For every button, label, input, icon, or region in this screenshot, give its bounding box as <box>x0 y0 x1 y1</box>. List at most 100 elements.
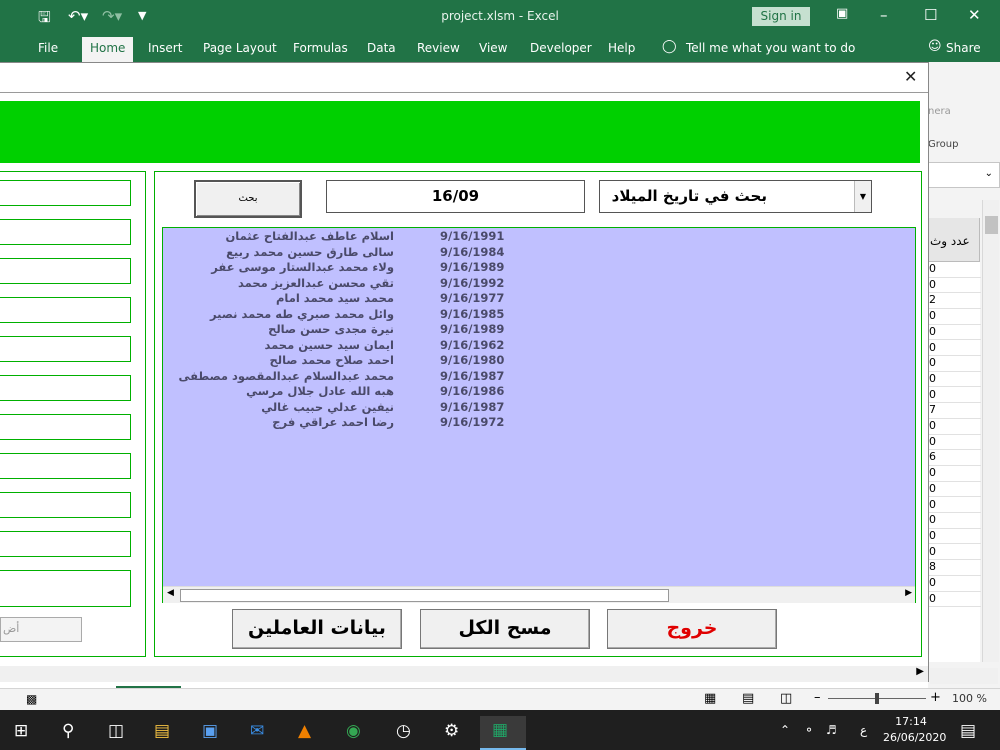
add-button[interactable]: أض <box>0 617 82 642</box>
scroll-right-icon[interactable]: ▶ <box>905 588 912 598</box>
tell-me-search[interactable]: Tell me what you want to do <box>686 41 855 55</box>
list-item[interactable]: ولاء محمد عبدالستار موسى عفر 9/16/1989 <box>163 260 917 276</box>
task-view-icon[interactable]: ◫ <box>108 721 124 741</box>
sheet-cell[interactable]: 0 <box>929 435 981 451</box>
wifi-icon[interactable]: ⚬ <box>804 723 814 737</box>
list-item[interactable]: وائل محمد صبري طه محمد نصير 9/16/1985 <box>163 307 917 323</box>
results-list[interactable]: اسلام عاطف عبدالفتاح عثمان 9/16/1991 سالى … <box>162 227 916 603</box>
clock-app-icon[interactable]: ◷ <box>396 721 411 741</box>
form-horizontal-scrollbar[interactable]: ▶ <box>0 666 928 682</box>
sheet-cell[interactable]: 0 <box>929 529 981 545</box>
sheet-cell[interactable]: 0 <box>929 576 981 592</box>
text-field[interactable] <box>0 570 131 607</box>
employees-data-button[interactable]: بيانات العاملين <box>232 609 402 649</box>
maximize-icon[interactable]: ☐ <box>924 6 937 24</box>
column-header[interactable]: عدد وث <box>928 218 980 262</box>
list-item[interactable]: هبه الله عادل جلال مرسي 9/16/1986 <box>163 384 917 400</box>
list-item[interactable]: رضا احمد عراقي فرج 9/16/1972 <box>163 415 917 431</box>
scroll-right-icon[interactable]: ▶ <box>916 666 924 677</box>
chrome-icon[interactable]: ◉ <box>346 721 361 741</box>
scroll-left-icon[interactable]: ◀ <box>167 588 174 598</box>
tab-developer[interactable]: Developer <box>530 41 592 55</box>
list-item[interactable]: اسلام عاطف عبدالفتاح عثمان 9/16/1991 <box>163 229 917 245</box>
page-layout-view-icon[interactable]: ▤ <box>742 691 754 706</box>
sheet-cell[interactable]: 0 <box>929 466 981 482</box>
zoom-slider-thumb[interactable] <box>875 693 879 704</box>
volume-icon[interactable]: ♬ <box>826 723 837 737</box>
tab-view[interactable]: View <box>479 41 507 55</box>
vlc-icon[interactable]: ▲ <box>298 721 311 741</box>
search-criteria-select[interactable]: بحث في تاريخ الميلاد ▼ <box>599 180 872 213</box>
text-field[interactable] <box>0 219 131 245</box>
sheet-tab[interactable] <box>116 682 181 688</box>
text-field[interactable] <box>0 375 131 401</box>
tab-data[interactable]: Data <box>367 41 396 55</box>
sheet-cells[interactable]: 0020000007006000000800 <box>928 262 981 662</box>
sheet-cell[interactable]: 0 <box>929 592 981 608</box>
chevron-down-icon[interactable]: ⌄ <box>985 168 993 179</box>
scrollbar-thumb[interactable] <box>985 216 998 234</box>
ribbon-display-icon[interactable]: ▣ <box>836 6 848 21</box>
zoom-in-icon[interactable]: + <box>930 690 941 705</box>
minimize-icon[interactable]: – <box>880 6 888 24</box>
sheet-cell[interactable]: 0 <box>929 545 981 561</box>
text-field[interactable] <box>0 297 131 323</box>
zoom-out-icon[interactable]: – <box>814 690 821 705</box>
settings-icon[interactable]: ⚙ <box>444 721 459 741</box>
file-explorer-icon[interactable]: ▤ <box>154 721 170 741</box>
normal-view-icon[interactable]: ▦ <box>704 691 716 706</box>
sheet-cell[interactable]: 0 <box>929 262 981 278</box>
chevron-up-icon[interactable]: ⌃ <box>780 723 790 737</box>
list-item[interactable]: محمد سيد محمد امام 9/16/1977 <box>163 291 917 307</box>
text-field[interactable] <box>0 336 131 362</box>
tab-insert[interactable]: Insert <box>148 41 182 55</box>
sheet-horizontal-scrollbar[interactable] <box>930 668 998 684</box>
close-window-icon[interactable]: ✕ <box>968 6 981 24</box>
text-field[interactable] <box>0 492 131 518</box>
sheet-cell[interactable]: 0 <box>929 356 981 372</box>
notifications-icon[interactable]: ▤ <box>960 721 976 741</box>
mail-icon[interactable]: ✉ <box>250 721 264 741</box>
text-field[interactable] <box>0 531 131 557</box>
sheet-cell[interactable]: 0 <box>929 482 981 498</box>
sheet-cell[interactable]: 0 <box>929 372 981 388</box>
zoom-level[interactable]: 100 % <box>952 692 987 705</box>
text-field[interactable] <box>0 414 131 440</box>
search-icon[interactable]: ⚲ <box>62 721 74 741</box>
list-item[interactable]: نيرة مجدى حسن صالح 9/16/1989 <box>163 322 917 338</box>
clear-all-button[interactable]: مسح الكل <box>420 609 590 649</box>
chevron-down-icon[interactable]: ▼ <box>854 181 871 212</box>
search-button[interactable]: بحث <box>194 180 302 218</box>
text-field[interactable] <box>0 258 131 284</box>
text-field[interactable] <box>0 180 131 206</box>
page-break-view-icon[interactable]: ◫ <box>780 691 792 706</box>
tab-page-layout[interactable]: Page Layout <box>203 41 277 55</box>
sheet-cell[interactable]: 0 <box>929 388 981 404</box>
sheet-cell[interactable]: 0 <box>929 341 981 356</box>
store-icon[interactable]: ▣ <box>202 721 218 741</box>
sheet-cell[interactable]: 7 <box>929 403 981 419</box>
text-field[interactable] <box>0 453 131 479</box>
close-icon[interactable]: ✕ <box>904 67 917 86</box>
tab-formulas[interactable]: Formulas <box>293 41 348 55</box>
sheet-cell[interactable]: 0 <box>929 498 981 513</box>
list-item[interactable]: نيفين عدلي حبيب غالي 9/16/1987 <box>163 400 917 416</box>
excel-taskbar-icon[interactable]: ▦ <box>480 716 526 750</box>
sheet-cell[interactable]: 0 <box>929 513 981 529</box>
list-item[interactable]: محمد عبدالسلام عبدالمقصود مصطفى 9/16/1987 <box>163 369 917 385</box>
sheet-cell[interactable]: 2 <box>929 293 981 309</box>
macro-record-icon[interactable]: ▩ <box>26 692 37 706</box>
sheet-cell[interactable]: 6 <box>929 450 981 466</box>
form-title-bar[interactable]: ✕ <box>0 63 928 93</box>
list-item[interactable]: سالى طارق حسين محمد ربيع 9/16/1984 <box>163 245 917 261</box>
sheet-cell[interactable]: 8 <box>929 560 981 576</box>
tab-help[interactable]: Help <box>608 41 635 55</box>
list-item[interactable]: ايمان سيد حسين محمد 9/16/1962 <box>163 338 917 354</box>
sheet-cell[interactable]: 0 <box>929 325 981 341</box>
clock[interactable]: 17:14 26/06/2020 <box>883 714 946 746</box>
results-horizontal-scrollbar[interactable]: ◀ ▶ <box>163 586 915 603</box>
sheet-cell[interactable]: 0 <box>929 419 981 435</box>
input-language[interactable]: ع <box>860 723 867 737</box>
share-button[interactable]: Share <box>946 41 981 55</box>
tab-file[interactable]: File <box>38 41 58 55</box>
